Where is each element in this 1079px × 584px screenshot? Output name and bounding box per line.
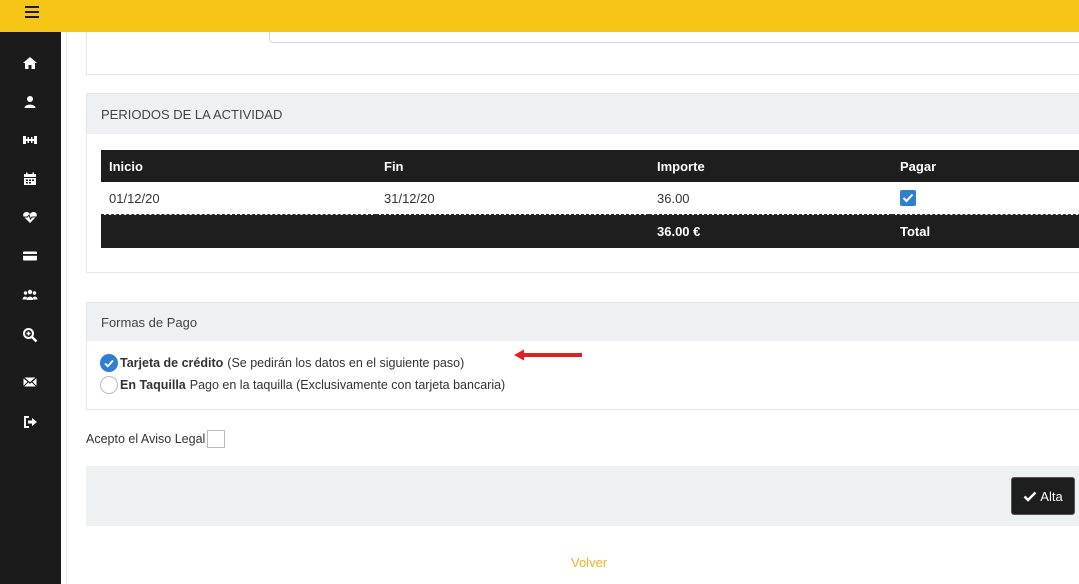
payment-option-taquilla-label: En Taquilla: [120, 378, 186, 392]
check-icon: [1023, 491, 1037, 502]
cell-fin: 31/12/20: [376, 182, 649, 215]
mail-icon[interactable]: [22, 374, 38, 390]
red-arrow-annotation: [514, 349, 582, 361]
top-bar: [0, 0, 1079, 32]
group-icon[interactable]: [22, 287, 38, 303]
payment-option-taquilla[interactable]: En Taquilla Pago en la taquilla (Exclusi…: [100, 376, 505, 394]
payment-radio-card[interactable]: [100, 354, 118, 372]
action-bar: Alta: [86, 466, 1079, 526]
table-header-row: Inicio Fin Importe Pagar: [101, 150, 1079, 182]
alta-button[interactable]: Alta: [1011, 477, 1075, 515]
cell-importe: 36.00: [649, 182, 892, 215]
periods-table: Inicio Fin Importe Pagar 01/12/20 31/12/…: [101, 150, 1079, 248]
cell-inicio: 01/12/20: [101, 182, 376, 215]
payment-option-card[interactable]: Tarjeta de crédito (Se pedirán los datos…: [100, 354, 464, 372]
legal-checkbox[interactable]: [207, 430, 226, 448]
content-divider: [66, 32, 67, 584]
previous-section: [86, 32, 1079, 75]
alta-button-label: Alta: [1040, 488, 1063, 504]
payment-title: Formas de Pago: [87, 303, 1079, 341]
payment-option-card-desc: (Se pedirán los datos en el siguiente pa…: [227, 356, 465, 370]
user-icon[interactable]: [22, 94, 38, 110]
volver-link[interactable]: Volver: [571, 555, 607, 570]
form-field-bottom[interactable]: [269, 32, 1079, 43]
calendar-icon[interactable]: [22, 171, 38, 187]
legal-label: Acepto el Aviso Legal: [86, 432, 206, 446]
periods-title: PERIODOS DE LA ACTIVIDAD: [87, 94, 1079, 134]
cell-pagar: [892, 182, 1079, 215]
column-header-importe: Importe: [649, 150, 892, 182]
card-icon[interactable]: [22, 248, 38, 264]
menu-toggle-button[interactable]: [0, 0, 61, 32]
total-label: Total: [892, 214, 1079, 248]
column-header-fin: Fin: [376, 150, 649, 182]
hamburger-icon: [25, 6, 39, 20]
column-header-pagar: Pagar: [892, 150, 1079, 182]
table-total-row: 36.00 € Total: [101, 214, 1079, 248]
legal-consent: Acepto el Aviso Legal: [86, 430, 226, 448]
payment-radio-taquilla[interactable]: [100, 376, 118, 394]
table-row: 01/12/20 31/12/20 36.00: [101, 182, 1079, 215]
periods-panel: PERIODOS DE LA ACTIVIDAD Inicio Fin Impo…: [86, 93, 1079, 273]
logout-icon[interactable]: [22, 414, 38, 430]
pay-checkbox[interactable]: [900, 190, 916, 207]
home-icon[interactable]: [22, 55, 38, 71]
total-amount: 36.00 €: [649, 214, 892, 248]
search-icon[interactable]: [22, 327, 38, 343]
column-header-inicio: Inicio: [101, 150, 376, 182]
dumbbell-icon[interactable]: [22, 132, 38, 148]
sidebar: [0, 0, 61, 584]
payment-option-card-label: Tarjeta de crédito: [120, 356, 224, 370]
check-icon: [104, 359, 114, 368]
payment-option-taquilla-desc: Pago en la taquilla (Exclusivamente con …: [189, 378, 506, 392]
heart-icon[interactable]: [22, 209, 38, 225]
check-icon: [902, 194, 914, 203]
